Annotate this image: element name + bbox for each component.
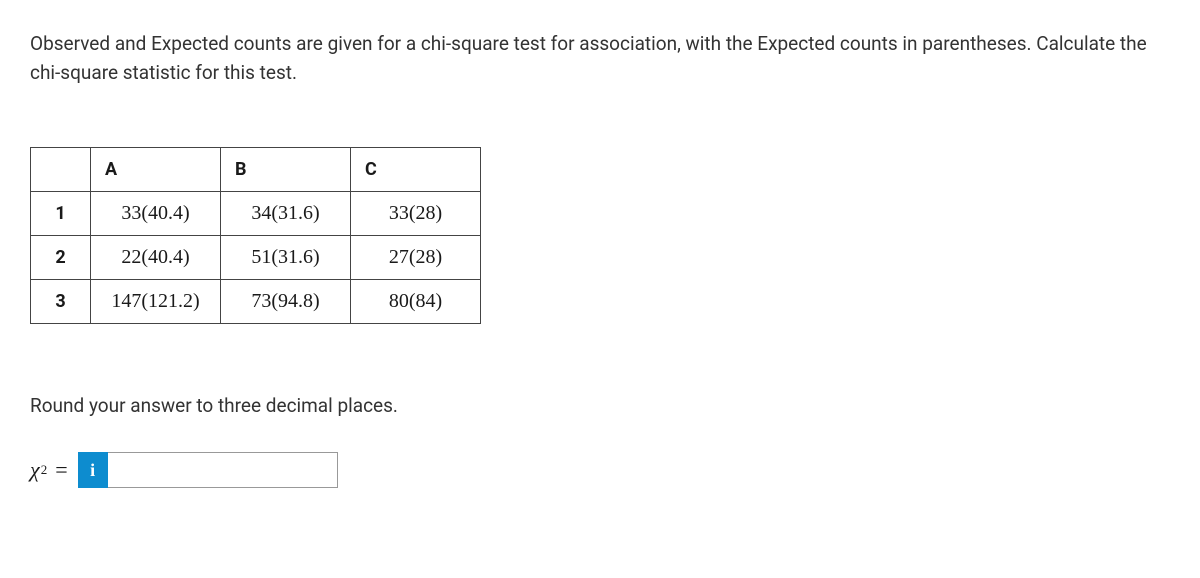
cell-1c: 33(28) <box>351 192 481 236</box>
contingency-table: A B C 1 33(40.4) 34(31.6) 33(28) 2 22(40… <box>30 147 481 324</box>
cell-3b: 73(94.8) <box>221 280 351 324</box>
answer-input-group: i <box>78 452 338 488</box>
rounding-instructions: Round your answer to three decimal place… <box>30 394 1170 417</box>
col-header-c: C <box>351 148 481 192</box>
cell-1a: 33(40.4) <box>91 192 221 236</box>
cell-3c: 80(84) <box>351 280 481 324</box>
chi-square-input[interactable] <box>108 452 338 488</box>
col-header-a: A <box>91 148 221 192</box>
info-icon[interactable]: i <box>78 452 108 488</box>
cell-1b: 34(31.6) <box>221 192 351 236</box>
equals-sign: = <box>55 457 67 483</box>
cell-2c: 27(28) <box>351 236 481 280</box>
chi-symbol: χ <box>30 457 40 483</box>
row-header-3: 3 <box>31 280 91 324</box>
chi-square-label: χ2 = <box>30 457 68 483</box>
row-header-2: 2 <box>31 236 91 280</box>
row-header-1: 1 <box>31 192 91 236</box>
table-row: 3 147(121.2) 73(94.8) 80(84) <box>31 280 481 324</box>
cell-2a: 22(40.4) <box>91 236 221 280</box>
table-row: 1 33(40.4) 34(31.6) 33(28) <box>31 192 481 236</box>
question-prompt: Observed and Expected counts are given f… <box>30 30 1170 87</box>
cell-2b: 51(31.6) <box>221 236 351 280</box>
exponent: 2 <box>41 462 48 478</box>
col-header-b: B <box>221 148 351 192</box>
table-row: 2 22(40.4) 51(31.6) 27(28) <box>31 236 481 280</box>
cell-3a: 147(121.2) <box>91 280 221 324</box>
table-corner <box>31 148 91 192</box>
answer-row: χ2 = i <box>30 452 1170 488</box>
